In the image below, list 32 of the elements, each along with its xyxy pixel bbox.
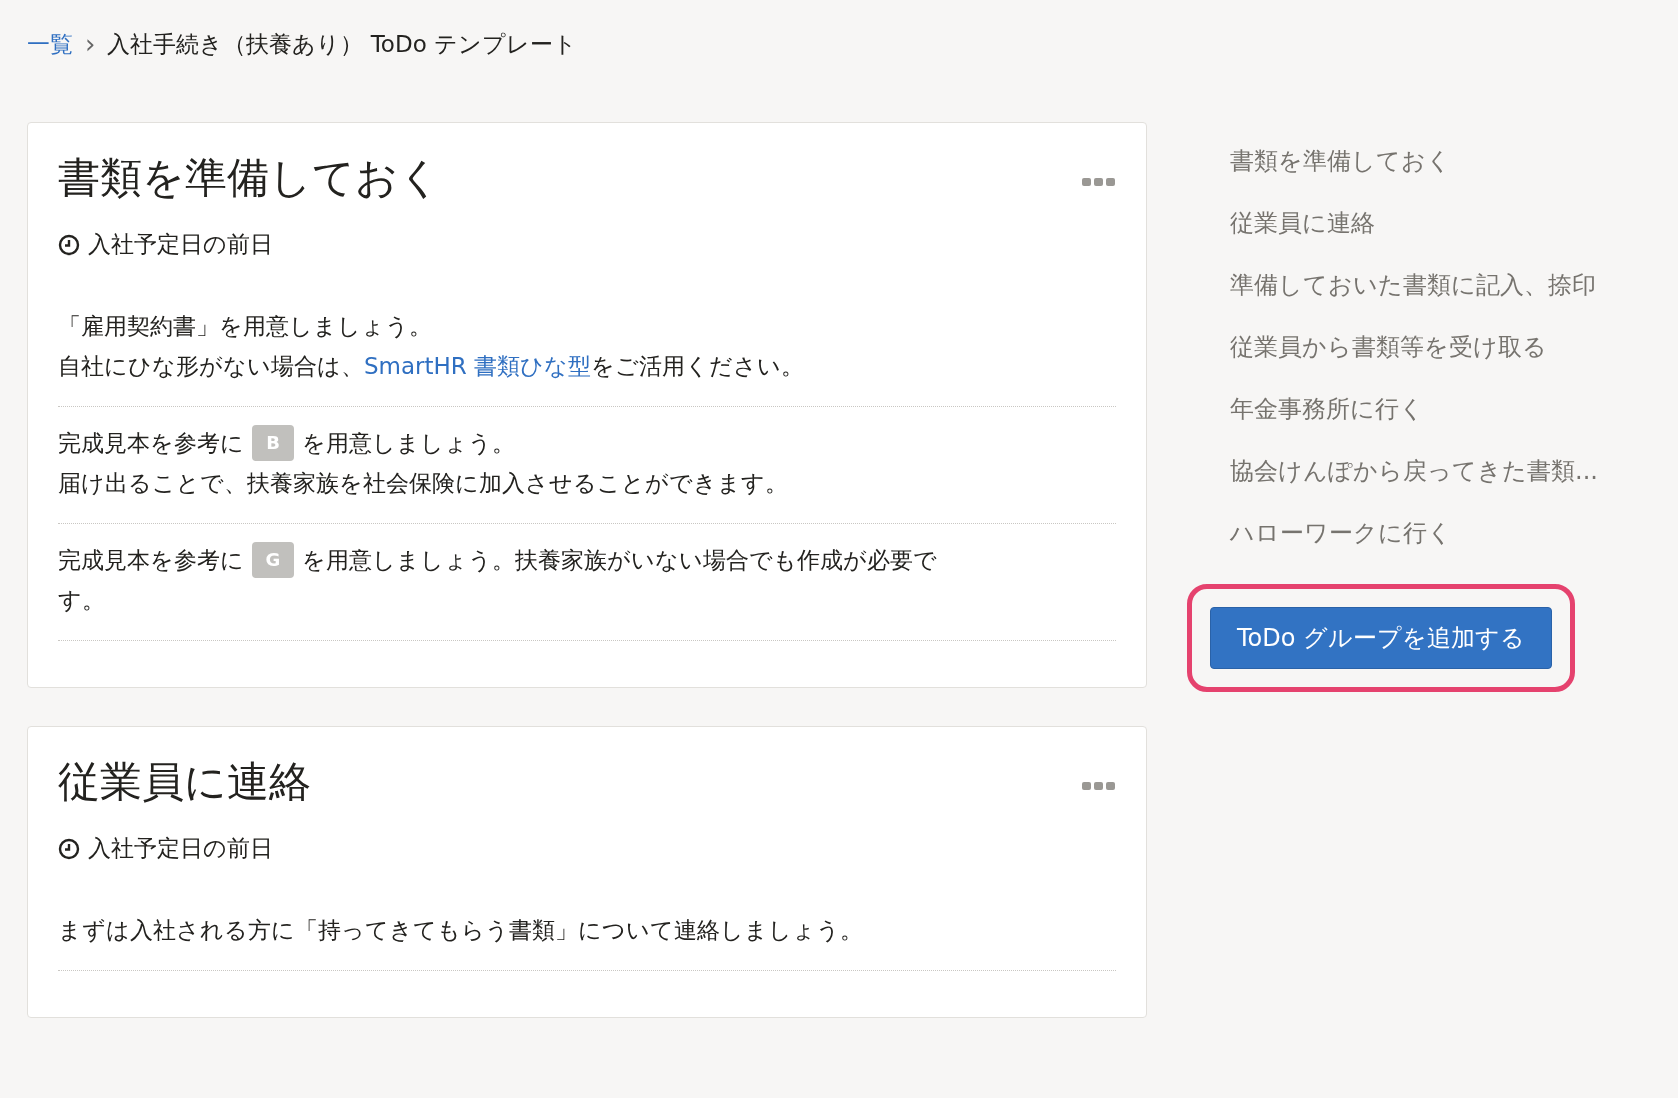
instruction-text: まずは入社される方に「持ってきてもらう書類」について連絡しましょう。: [58, 916, 863, 945]
group-title: 書類を準備しておく: [58, 152, 441, 204]
instruction-text: 「雇用契約書」を用意しましょう。: [58, 312, 432, 341]
group-nav-link[interactable]: 準備しておいた書類に記入、捺印: [1187, 254, 1598, 316]
group-nav-link[interactable]: 年金事務所に行く: [1187, 378, 1598, 440]
more-icon[interactable]: [1082, 781, 1116, 791]
document-badge: B: [252, 425, 294, 461]
group-nav-link[interactable]: 従業員に連絡: [1187, 192, 1598, 254]
instruction-text: 届け出ることで、扶養家族を社会保険に加入させることができます。: [58, 469, 788, 498]
group-title: 従業員に連絡: [58, 756, 311, 808]
add-group-button[interactable]: ToDo グループを追加する: [1210, 607, 1553, 669]
group-nav-link[interactable]: ハローワークに行く: [1187, 502, 1598, 564]
timing-text: 入社予定日の前日: [88, 230, 273, 259]
clock-icon: [58, 837, 80, 860]
group-nav-link[interactable]: 書類を準備しておく: [1187, 130, 1598, 192]
group-nav-link[interactable]: 協会けんぽから戻ってきた書類...: [1187, 440, 1598, 502]
template-link[interactable]: SmartHR 書類ひな型: [364, 346, 592, 386]
instruction-text: す。: [58, 586, 105, 615]
group-nav-link[interactable]: 従業員から書類等を受け取る: [1187, 316, 1598, 378]
instruction-text: をご活用ください。: [591, 352, 805, 381]
breadcrumb-current: 入社手続き（扶養あり） ToDo テンプレート: [107, 29, 578, 59]
clock-icon: [58, 233, 80, 256]
timing-text: 入社予定日の前日: [88, 834, 273, 863]
instruction-text: 完成見本を参考に: [58, 429, 244, 458]
document-badge: G: [252, 542, 294, 578]
more-icon[interactable]: [1082, 177, 1116, 187]
instruction-text: を用意しましょう。: [302, 429, 515, 458]
instruction-text: を用意しましょう。扶養家族がいない場合でも作成が必要で: [302, 546, 937, 575]
breadcrumb-separator: ›: [85, 29, 96, 59]
instruction-text: 完成見本を参考に: [58, 546, 244, 575]
breadcrumb-link[interactable]: 一覧: [27, 28, 73, 60]
instruction-text: 自社にひな形がない場合は、: [58, 352, 364, 381]
